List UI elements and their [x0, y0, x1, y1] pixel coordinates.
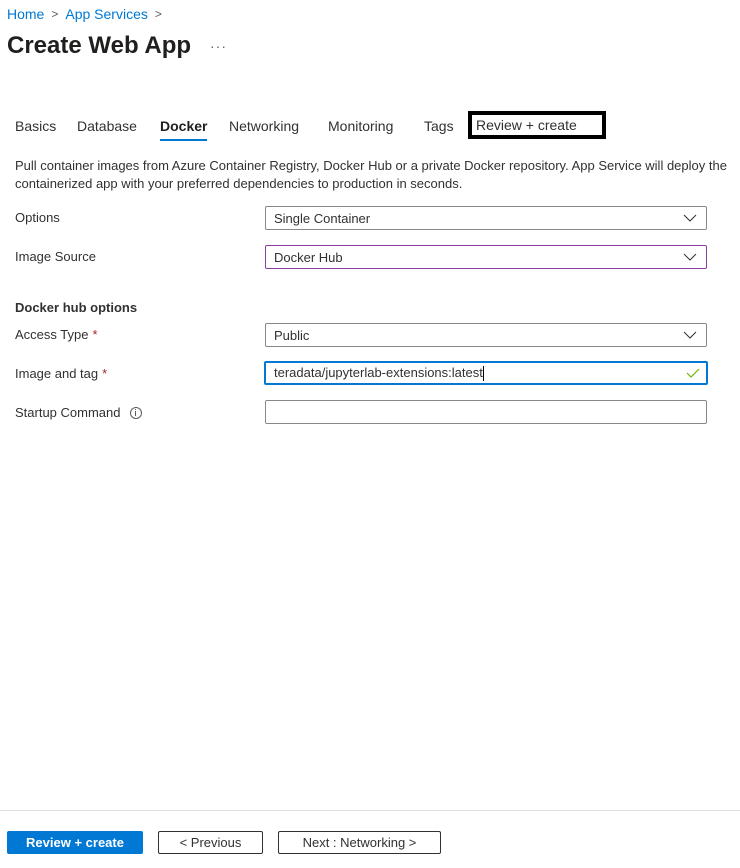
- docker-description: Pull container images from Azure Contain…: [15, 158, 727, 191]
- more-options-button[interactable]: ···: [210, 38, 227, 54]
- checkmark-icon: [686, 368, 700, 378]
- chevron-right-icon: >: [154, 7, 162, 21]
- tab-docker-label: Docker: [160, 118, 208, 134]
- review-create-button[interactable]: Review + create: [7, 831, 143, 854]
- access-type-value: Public: [274, 327, 310, 343]
- previous-button[interactable]: < Previous: [158, 831, 263, 854]
- chevron-right-icon: >: [51, 7, 59, 21]
- text-cursor: [482, 366, 484, 382]
- tab-networking[interactable]: Networking: [229, 118, 299, 134]
- access-type-label: Access Type *: [15, 327, 98, 342]
- startup-command-label: Startup Command: [15, 405, 142, 420]
- access-type-label-text: Access Type: [15, 327, 89, 342]
- image-source-label-text: Image Source: [15, 249, 96, 264]
- chevron-down-icon: [683, 331, 697, 339]
- image-source-value: Docker Hub: [274, 249, 343, 265]
- breadcrumb-app-services-link[interactable]: App Services: [65, 6, 147, 22]
- page-title: Create Web App: [7, 32, 192, 59]
- active-tab-indicator: [160, 139, 208, 141]
- access-type-dropdown[interactable]: Public: [265, 323, 707, 347]
- options-value: Single Container: [274, 210, 371, 226]
- chevron-down-icon: [683, 214, 697, 222]
- required-indicator: *: [102, 366, 108, 381]
- image-and-tag-label-text: Image and tag: [15, 366, 99, 381]
- tab-database[interactable]: Database: [77, 118, 137, 134]
- image-and-tag-label: Image and tag *: [15, 366, 107, 381]
- tab-review-create[interactable]: Review + create: [468, 111, 606, 139]
- image-and-tag-text: teradata/jupyterlab-extensions:latest: [274, 364, 483, 380]
- footer-divider: [0, 810, 740, 811]
- options-label-text: Options: [15, 210, 60, 225]
- image-and-tag-value: teradata/jupyterlab-extensions:latest: [274, 364, 686, 382]
- info-icon[interactable]: [129, 406, 142, 419]
- startup-command-input[interactable]: [265, 400, 707, 424]
- image-source-label: Image Source: [15, 249, 96, 264]
- chevron-down-icon: [683, 253, 697, 261]
- wizard-tabs: Basics Database Docker Networking Monito…: [0, 111, 740, 144]
- tab-monitoring[interactable]: Monitoring: [328, 118, 393, 134]
- breadcrumb-home-link[interactable]: Home: [7, 6, 44, 22]
- tab-basics[interactable]: Basics: [15, 118, 56, 134]
- breadcrumb: Home > App Services >: [7, 6, 169, 22]
- options-dropdown[interactable]: Single Container: [265, 206, 707, 230]
- docker-hub-options-heading: Docker hub options: [15, 300, 138, 315]
- image-and-tag-input[interactable]: teradata/jupyterlab-extensions:latest: [264, 361, 708, 385]
- startup-command-label-text: Startup Command: [15, 405, 121, 420]
- options-label: Options: [15, 210, 60, 225]
- next-networking-button[interactable]: Next : Networking >: [278, 831, 441, 854]
- required-indicator: *: [92, 327, 98, 342]
- image-source-dropdown[interactable]: Docker Hub: [265, 245, 707, 269]
- tab-tags[interactable]: Tags: [424, 118, 454, 134]
- tab-docker[interactable]: Docker: [160, 118, 208, 141]
